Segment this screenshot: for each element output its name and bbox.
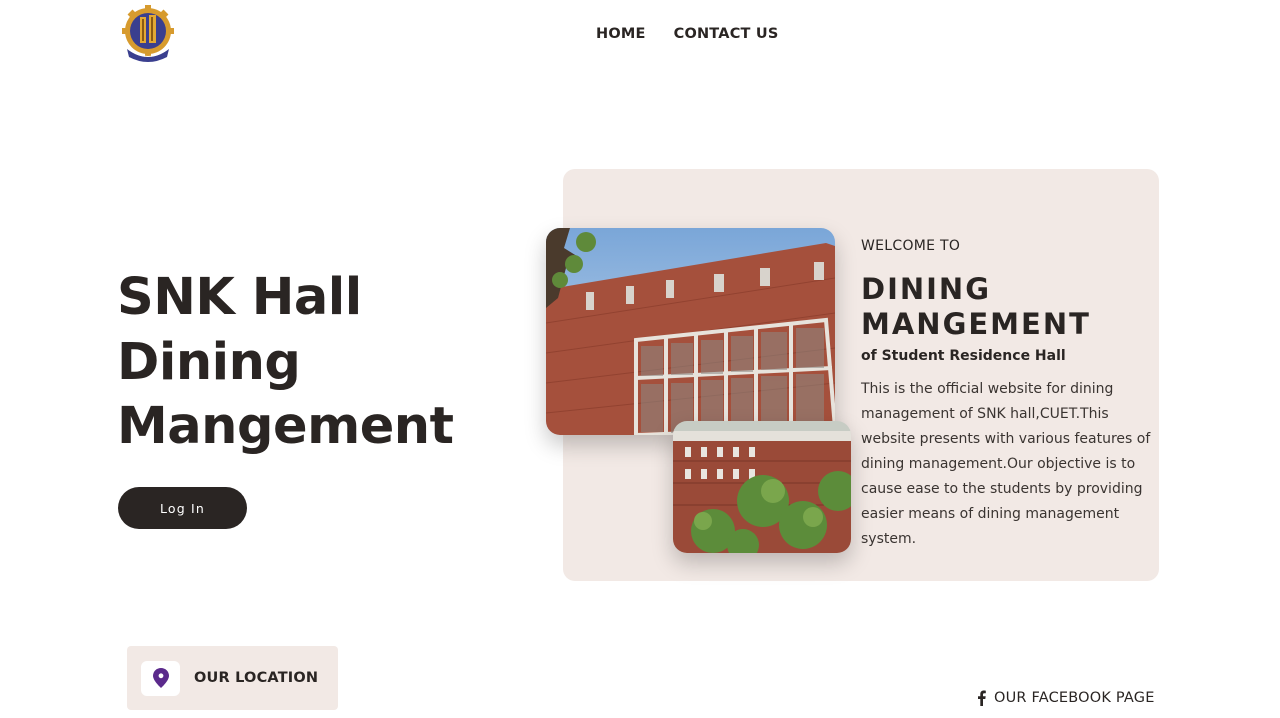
map-pin-icon [152,668,169,688]
card-title-line-2: MANGEMENT [861,307,1091,341]
card-description: This is the official website for dining … [861,381,1151,547]
location-icon-box [141,660,180,696]
card-title-line-1: DINING [861,272,991,306]
welcome-text-block: WELCOME TO DINING MANGEMENT of Student R… [861,238,1151,552]
hall-building-front-photo [546,228,835,435]
our-location-button[interactable]: OUR LOCATION [127,646,338,710]
login-button[interactable]: Log In [118,487,247,529]
card-title: DINING MANGEMENT [861,272,1151,342]
nav-home-link[interactable]: HOME [596,26,646,42]
card-subtitle: of Student Residence Hall [861,348,1066,364]
nav-contact-us-link[interactable]: CONTACT US [674,26,779,42]
facebook-page-link[interactable]: OUR FACEBOOK PAGE [976,689,1155,707]
university-emblem-icon [122,5,174,62]
university-logo[interactable] [121,5,175,65]
main-nav: HOME CONTACT US [596,26,779,42]
our-location-label: OUR LOCATION [194,670,319,686]
hero-title-line-1: SNK Hall [117,268,362,327]
hero-title-line-3: Mangement [117,397,454,456]
facebook-page-label: OUR FACEBOOK PAGE [994,690,1155,706]
facebook-icon [976,689,986,707]
hero-title-line-2: Dining [117,332,301,392]
hall-building-aerial-photo [673,421,851,553]
hero-title: SNK Hall Dining Mangement [117,266,477,460]
welcome-label: WELCOME TO [861,238,961,254]
